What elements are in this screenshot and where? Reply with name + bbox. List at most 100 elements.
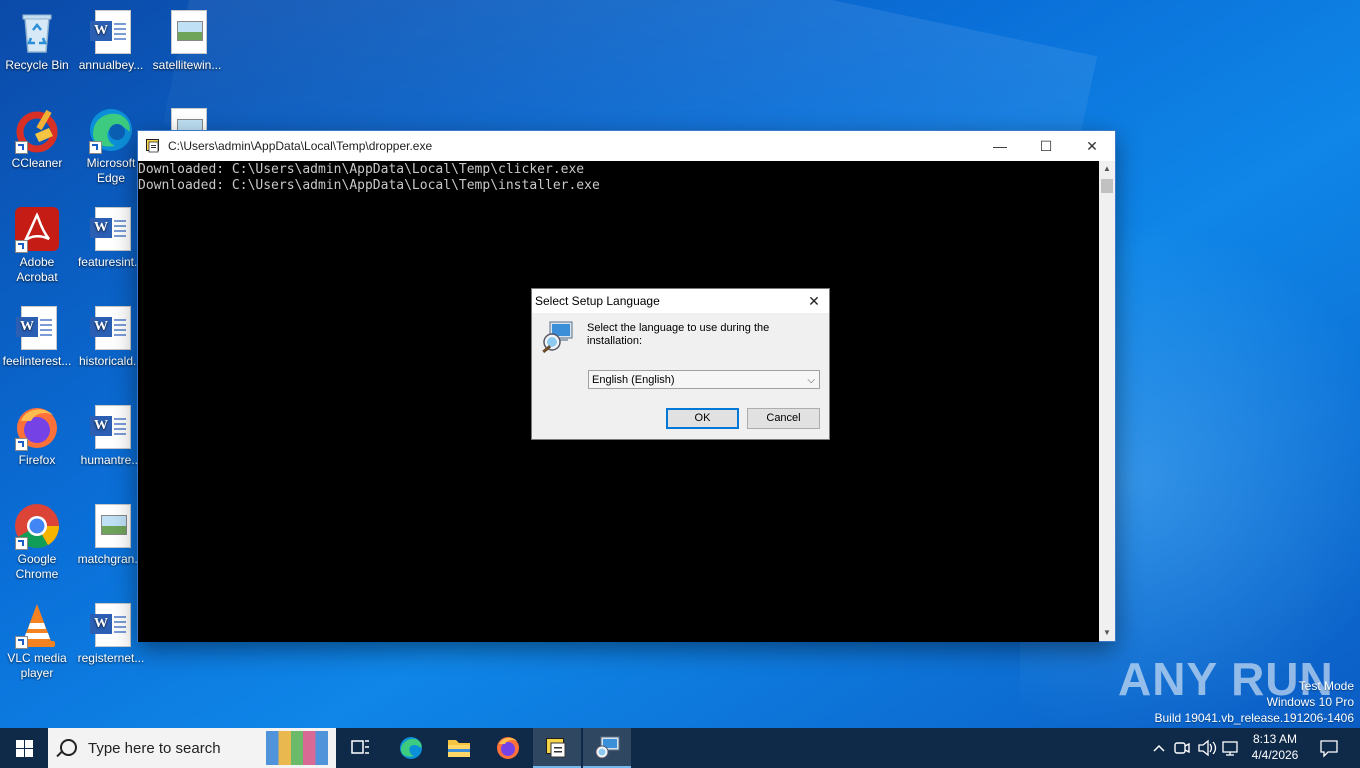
search-highlight-image: [266, 731, 328, 765]
taskbar-clock[interactable]: 8:13 AM 4/4/2026: [1248, 731, 1302, 763]
show-hidden-icons-button[interactable]: [1150, 728, 1168, 768]
volume-button[interactable]: [1196, 728, 1218, 768]
word-document-icon: W: [87, 403, 135, 451]
camera-icon: [1174, 742, 1190, 754]
console-scrollbar[interactable]: ▲ ▼: [1099, 161, 1115, 641]
taskbar: Type here to search 8:13 AM 4/4/2026: [0, 728, 1360, 768]
maximize-icon: ☐: [1039, 138, 1053, 154]
network-icon: [1222, 741, 1238, 756]
desktop-icon-label: featuresint...: [77, 255, 145, 269]
shortcut-arrow-icon: [15, 636, 28, 649]
desktop-icon-humantre[interactable]: W humantre...: [74, 403, 148, 468]
desktop-icon-ccleaner[interactable]: CCleaner: [0, 106, 74, 171]
folder-icon: [448, 740, 470, 757]
minimize-button[interactable]: —: [977, 131, 1023, 161]
console-app-icon: [546, 738, 566, 758]
taskbar-edge[interactable]: [387, 728, 435, 768]
shortcut-arrow-icon: [89, 141, 102, 154]
notification-center-button[interactable]: [1312, 728, 1346, 768]
windows-edition-label: Windows 10 Pro: [1266, 695, 1354, 709]
clock-date: 4/4/2026: [1251, 748, 1299, 762]
taskbar-firefox[interactable]: [484, 728, 532, 768]
desktop-icon-featuresint[interactable]: W featuresint...: [74, 205, 148, 270]
desktop-icon-satellitewin[interactable]: satellitewin...: [150, 8, 224, 73]
close-icon: ✕: [1086, 138, 1098, 154]
task-view-button[interactable]: [336, 728, 384, 768]
desktop: Recycle Bin CCleaner Adobe Acrobat W fee…: [0, 0, 1360, 728]
start-button[interactable]: [0, 728, 48, 768]
desktop-icon-label: Microsoft Edge: [86, 156, 136, 185]
cancel-button[interactable]: Cancel: [747, 408, 820, 429]
desktop-icon-label: CCleaner: [11, 156, 63, 170]
taskbar-dropper-console[interactable]: [533, 728, 581, 768]
maximize-button[interactable]: ☐: [1023, 131, 1069, 161]
minimize-icon: —: [993, 138, 1007, 154]
desktop-icon-label: satellitewin...: [152, 58, 222, 72]
dialog-title: Select Setup Language: [535, 294, 660, 308]
desktop-icon-label: registernet...: [77, 651, 145, 665]
dialog-titlebar[interactable]: Select Setup Language ✕: [532, 289, 829, 313]
shortcut-arrow-icon: [15, 240, 28, 253]
desktop-icon-label: historicald...: [78, 354, 144, 368]
scroll-up-icon[interactable]: ▲: [1099, 161, 1115, 177]
shortcut-arrow-icon: [15, 537, 28, 550]
edge-icon: [400, 737, 422, 759]
desktop-icon-firefox[interactable]: Firefox: [0, 403, 74, 468]
desktop-icon-label: Firefox: [18, 453, 56, 467]
search-placeholder: Type here to search: [88, 740, 221, 757]
ccleaner-icon: [13, 106, 61, 154]
desktop-icon-label: humantre...: [80, 453, 142, 467]
desktop-icon-adobe-acrobat[interactable]: Adobe Acrobat: [0, 205, 74, 285]
console-line: Downloaded: C:\Users\admin\AppData\Local…: [138, 162, 585, 177]
taskbar-search-box[interactable]: Type here to search: [48, 728, 336, 768]
setup-computer-icon: [540, 320, 574, 354]
ok-button[interactable]: OK: [666, 408, 739, 429]
setup-language-dialog[interactable]: Select Setup Language ✕ Select the langu…: [531, 288, 830, 440]
scroll-thumb[interactable]: [1101, 179, 1113, 193]
scroll-down-icon[interactable]: ▼: [1099, 625, 1115, 641]
desktop-icon-label: Recycle Bin: [5, 58, 69, 72]
desktop-icon-recycle-bin[interactable]: Recycle Bin: [0, 8, 74, 73]
image-file-icon: [87, 502, 135, 550]
desktop-icon-microsoft-edge[interactable]: Microsoft Edge: [74, 106, 148, 186]
recycle-bin-icon: [13, 8, 61, 56]
close-icon: ✕: [808, 293, 820, 309]
desktop-icon-annualbey[interactable]: W annualbey...: [74, 8, 148, 73]
chevron-down-icon: ⌵: [807, 375, 815, 386]
console-titlebar[interactable]: C:\Users\admin\AppData\Local\Temp\droppe…: [138, 131, 1115, 161]
close-button[interactable]: ✕: [1069, 131, 1115, 161]
desktop-icon-matchgran[interactable]: matchgran...: [74, 502, 148, 567]
console-line: Downloaded: C:\Users\admin\AppData\Local…: [138, 178, 600, 193]
desktop-icon-historicald[interactable]: W historicald...: [74, 304, 148, 369]
notification-icon: [1320, 740, 1338, 758]
task-view-icon: [351, 740, 369, 754]
dialog-prompt: Select the language to use during the in…: [587, 322, 770, 347]
desktop-icon-vlc[interactable]: VLC media player: [0, 601, 74, 681]
shortcut-arrow-icon: [15, 438, 28, 451]
language-select-value: English (English): [592, 374, 675, 386]
windows-test-mode-text: Test Mode Windows 10 Pro Build 19041.vb_…: [1155, 678, 1355, 726]
meet-now-button[interactable]: [1172, 728, 1192, 768]
word-document-icon: W: [87, 601, 135, 649]
speaker-icon: [1198, 739, 1217, 757]
edge-icon: [87, 106, 135, 154]
word-document-icon: W: [87, 304, 135, 352]
dialog-close-button[interactable]: ✕: [803, 291, 825, 311]
build-label: Build 19041.vb_release.191206-1406: [1154, 711, 1355, 725]
word-document-icon: W: [87, 8, 135, 56]
chevron-up-icon: [1153, 744, 1165, 752]
word-document-icon: W: [13, 304, 61, 352]
firefox-icon: [13, 403, 61, 451]
desktop-icon-label: matchgran...: [77, 552, 145, 566]
taskbar-file-explorer[interactable]: [435, 728, 483, 768]
network-button[interactable]: [1220, 728, 1242, 768]
desktop-icon-feelinterest[interactable]: W feelinterest...: [0, 304, 74, 369]
console-app-icon: [146, 138, 162, 154]
desktop-icon-registernet[interactable]: W registernet...: [74, 601, 148, 666]
taskbar-setup[interactable]: [583, 728, 631, 768]
image-file-icon: [163, 8, 211, 56]
desktop-icon-google-chrome[interactable]: Google Chrome: [0, 502, 74, 582]
test-mode-label: Test Mode: [1298, 679, 1354, 693]
console-title: C:\Users\admin\AppData\Local\Temp\droppe…: [168, 139, 433, 153]
language-select[interactable]: English (English) ⌵: [588, 370, 820, 389]
